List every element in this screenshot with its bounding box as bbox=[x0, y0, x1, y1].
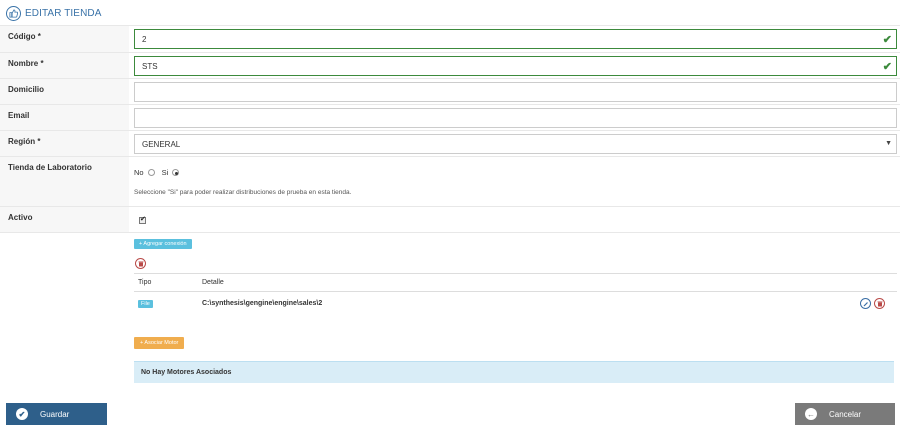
radio-si[interactable] bbox=[172, 169, 180, 176]
region-value: GENERAL bbox=[142, 139, 181, 149]
delete-all-connections-button[interactable] bbox=[135, 258, 146, 269]
page-title: EDITAR TIENDA bbox=[25, 7, 102, 19]
nombre-label: Nombre * bbox=[0, 53, 129, 78]
activo-checkbox[interactable] bbox=[139, 215, 146, 224]
domicilio-label: Domicilio bbox=[0, 79, 129, 104]
cancel-button[interactable]: ← Cancelar bbox=[795, 403, 895, 425]
trash-icon bbox=[877, 301, 882, 306]
radio-si-label: Si bbox=[161, 168, 169, 177]
save-label: Guardar bbox=[40, 409, 70, 419]
email-input[interactable] bbox=[134, 108, 897, 128]
page-header: EDITAR TIENDA bbox=[6, 4, 102, 22]
row-nombre: Nombre * STS ✔ bbox=[0, 52, 900, 78]
row-activo: Activo bbox=[0, 206, 900, 232]
radio-no-label: No bbox=[134, 168, 144, 177]
delete-connection-button[interactable] bbox=[874, 298, 885, 309]
check-icon: ✔ bbox=[16, 408, 28, 420]
row-connections: + Agregar conexión Tipo Detalle File C:\… bbox=[0, 232, 900, 387]
pencil-icon bbox=[863, 301, 868, 306]
connections-label-blank bbox=[0, 233, 129, 387]
row-email: Email bbox=[0, 104, 900, 130]
associate-motor-button[interactable]: + Asociar Motor bbox=[134, 337, 185, 349]
check-icon: ✔ bbox=[882, 34, 892, 46]
table-row: File C:\synthesis\gengine\engine\sales\2 bbox=[134, 292, 897, 315]
col-tipo-header: Tipo bbox=[138, 279, 152, 286]
laboratorio-label: Tienda de Laboratorio bbox=[0, 157, 129, 206]
save-button[interactable]: ✔ Guardar bbox=[6, 403, 107, 425]
add-connection-button[interactable]: + Agregar conexión bbox=[134, 239, 192, 249]
email-label: Email bbox=[0, 105, 129, 130]
row-region: Región * GENERAL ▼ bbox=[0, 130, 900, 156]
arrow-left-icon: ← bbox=[805, 408, 817, 420]
domicilio-input[interactable] bbox=[134, 82, 897, 102]
cancel-label: Cancelar bbox=[829, 409, 862, 419]
activo-label: Activo bbox=[0, 207, 129, 232]
connections-table-header: Tipo Detalle bbox=[134, 273, 897, 292]
connection-type-badge: File bbox=[138, 300, 153, 308]
region-select[interactable]: GENERAL ▼ bbox=[134, 134, 897, 154]
codigo-input[interactable]: 2 ✔ bbox=[134, 29, 897, 49]
region-label: Región * bbox=[0, 131, 129, 156]
trash-icon bbox=[138, 261, 143, 266]
store-form: Código * 2 ✔ Nombre * STS ✔ Domicilio Em… bbox=[0, 25, 900, 387]
radio-no[interactable] bbox=[147, 169, 155, 176]
row-laboratorio: Tienda de Laboratorio No Si Seleccione "… bbox=[0, 156, 900, 206]
thumbs-up-icon bbox=[6, 5, 21, 21]
caret-down-icon: ▼ bbox=[885, 140, 892, 147]
nombre-input[interactable]: STS ✔ bbox=[134, 56, 897, 76]
col-detalle-header: Detalle bbox=[202, 279, 224, 286]
codigo-value: 2 bbox=[142, 34, 147, 44]
row-domicilio: Domicilio bbox=[0, 78, 900, 104]
connection-detail: C:\synthesis\gengine\engine\sales\2 bbox=[202, 300, 323, 307]
check-icon: ✔ bbox=[882, 61, 892, 73]
nombre-value: STS bbox=[142, 61, 158, 71]
codigo-label: Código * bbox=[0, 26, 129, 52]
laboratorio-hint: Seleccione "Si" para poder realizar dist… bbox=[134, 189, 352, 196]
edit-connection-button[interactable] bbox=[860, 298, 871, 309]
no-motors-message: No Hay Motores Asociados bbox=[134, 361, 894, 383]
row-codigo: Código * 2 ✔ bbox=[0, 25, 900, 52]
